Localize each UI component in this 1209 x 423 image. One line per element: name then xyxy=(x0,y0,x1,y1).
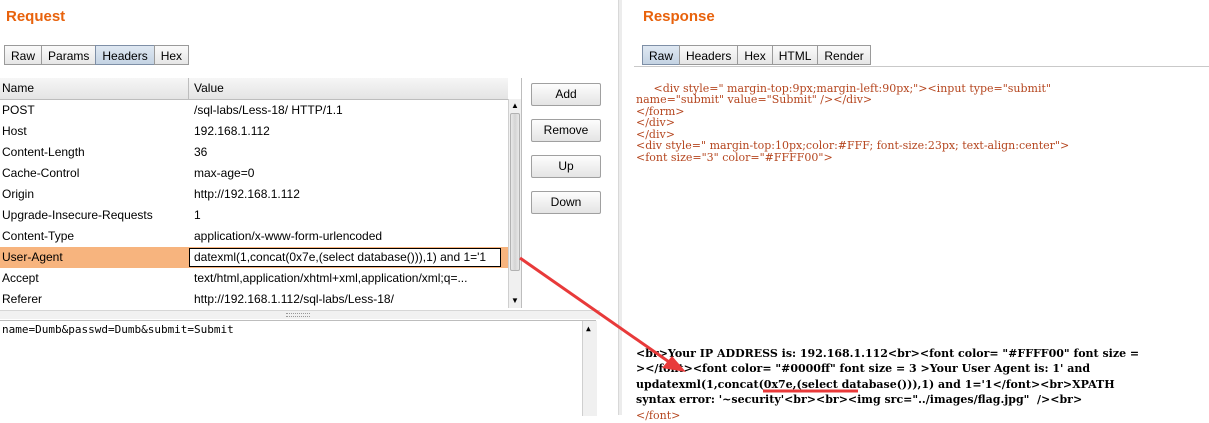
annotation-overlay xyxy=(519,256,858,393)
annotation-arrow-line xyxy=(519,256,673,366)
